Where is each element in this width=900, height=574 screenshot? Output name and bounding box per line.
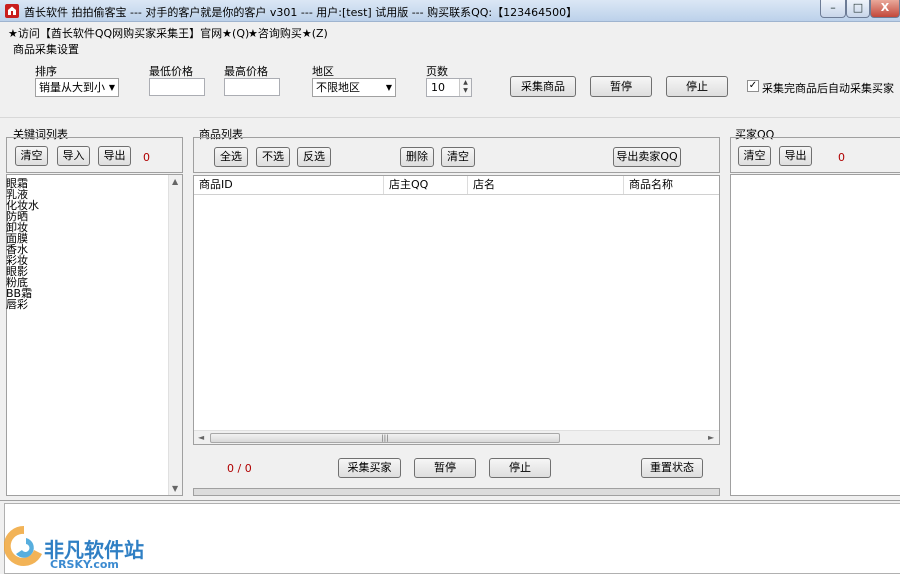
keywords-list[interactable]: ▲ ▼ xyxy=(6,174,183,496)
min-price-input[interactable] xyxy=(149,78,205,96)
auto-collect-checkbox[interactable]: ✓ xyxy=(747,80,759,92)
menu-consult-purchase[interactable]: ★咨询购买★(Z) xyxy=(248,25,328,41)
max-price-label: 最高价格 xyxy=(224,65,268,78)
close-button[interactable]: X xyxy=(870,0,900,18)
export-seller-qq-button[interactable]: 导出卖家QQ xyxy=(613,147,681,167)
keywords-clear-button[interactable]: 清空 xyxy=(15,146,48,166)
scroll-left-icon[interactable]: ◄ xyxy=(198,433,204,442)
region-select-value: 不限地区 xyxy=(316,81,360,94)
pages-stepper[interactable]: 10 ▲ ▼ xyxy=(426,78,472,97)
select-none-button[interactable]: 不选 xyxy=(256,147,290,167)
products-progress: 0 / 0 xyxy=(227,462,252,475)
buyers-list[interactable] xyxy=(730,174,900,496)
sort-select[interactable]: 销量从大到小 ▼ xyxy=(35,78,119,97)
bottom-divider xyxy=(0,500,900,501)
app-icon xyxy=(5,4,19,18)
delete-button[interactable]: 删除 xyxy=(400,147,434,167)
watermark-logo-icon xyxy=(4,525,42,566)
chevron-down-icon: ▼ xyxy=(385,83,392,92)
products-table[interactable]: 商品ID 店主QQ 店名 商品名称 ◄ ||| ► xyxy=(193,175,720,445)
reset-status-button[interactable]: 重置状态 xyxy=(641,458,703,478)
chevron-down-icon[interactable]: ▼ xyxy=(460,87,471,95)
settings-group-title: 商品采集设置 xyxy=(13,43,79,56)
region-label: 地区 xyxy=(312,65,334,78)
settings-divider xyxy=(0,117,900,118)
products-clear-button[interactable]: 清空 xyxy=(441,147,475,167)
invert-selection-button[interactable]: 反选 xyxy=(297,147,331,167)
menu-bar: ★访问【酋长软件QQ网购买家采集王】官网★(Q) ★咨询购买★(Z) xyxy=(0,23,900,40)
keywords-export-button[interactable]: 导出 xyxy=(98,146,131,166)
buyers-export-button[interactable]: 导出 xyxy=(779,146,812,166)
chevron-up-icon[interactable]: ▲ xyxy=(460,79,471,87)
title-bar[interactable]: 酋长软件 拍拍偷客宝 --- 对手的客户就是你的客户 v301 --- 用户:[… xyxy=(0,0,900,22)
scroll-down-icon[interactable]: ▼ xyxy=(172,484,178,493)
buyers-count: 0 xyxy=(838,151,845,164)
stop-buyers-button[interactable]: 停止 xyxy=(489,458,551,478)
scroll-thumb[interactable]: ||| xyxy=(210,433,560,443)
close-icon: X xyxy=(880,1,890,14)
buyers-clear-button[interactable]: 清空 xyxy=(738,146,771,166)
column-header-owner-qq[interactable]: 店主QQ xyxy=(384,176,468,194)
checkmark-icon: ✓ xyxy=(748,80,758,91)
stop-collect-button[interactable]: 停止 xyxy=(666,76,728,97)
auto-collect-label: 采集完商品后自动采集买家 xyxy=(762,82,894,95)
column-header-product-id[interactable]: 商品ID xyxy=(194,176,384,194)
maximize-icon: □ xyxy=(852,1,864,14)
column-header-shop-name[interactable]: 店名 xyxy=(468,176,624,194)
keywords-scrollbar[interactable]: ▲ ▼ xyxy=(168,175,182,495)
progress-bar xyxy=(193,488,720,496)
pause-buyers-button[interactable]: 暂停 xyxy=(414,458,476,478)
minimize-icon: – xyxy=(830,1,836,14)
products-hscrollbar[interactable]: ◄ ||| ► xyxy=(194,430,719,444)
pause-collect-button[interactable]: 暂停 xyxy=(590,76,652,97)
sort-label: 排序 xyxy=(35,65,57,78)
scroll-up-icon[interactable]: ▲ xyxy=(172,177,178,186)
column-header-product-name[interactable]: 商品名称 xyxy=(624,176,719,194)
stepper-arrows[interactable]: ▲ ▼ xyxy=(459,79,471,96)
keywords-count: 0 xyxy=(143,151,150,164)
menu-visit-website[interactable]: ★访问【酋长软件QQ网购买家采集王】官网★(Q) xyxy=(8,25,249,41)
watermark-subtext: CRSKY.com xyxy=(50,558,119,571)
select-all-button[interactable]: 全选 xyxy=(214,147,248,167)
keywords-import-button[interactable]: 导入 xyxy=(57,146,90,166)
minimize-button[interactable]: – xyxy=(820,0,846,18)
min-price-label: 最低价格 xyxy=(149,65,193,78)
pages-value: 10 xyxy=(431,81,445,94)
collect-products-button[interactable]: 采集商品 xyxy=(510,76,576,97)
window-title: 酋长软件 拍拍偷客宝 --- 对手的客户就是你的客户 v301 --- 用户:[… xyxy=(24,6,578,19)
header-divider xyxy=(194,194,719,195)
chevron-down-icon: ▼ xyxy=(108,83,115,92)
max-price-input[interactable] xyxy=(224,78,280,96)
pages-label: 页数 xyxy=(426,65,448,78)
region-select[interactable]: 不限地区 ▼ xyxy=(312,78,396,97)
scroll-right-icon[interactable]: ► xyxy=(708,433,714,442)
sort-select-value: 销量从大到小 xyxy=(39,81,105,94)
collect-buyers-button[interactable]: 采集买家 xyxy=(338,458,401,478)
maximize-button[interactable]: □ xyxy=(846,0,870,18)
keyword-item[interactable]: 唇彩 xyxy=(6,299,28,310)
